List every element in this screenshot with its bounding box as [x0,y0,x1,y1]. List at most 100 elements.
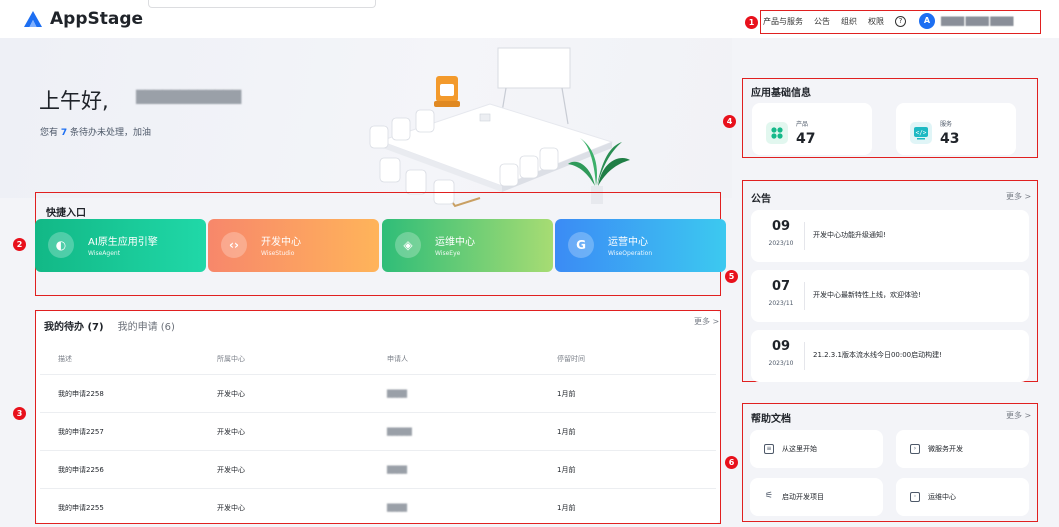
todo-more-link[interactable]: 更多 > [694,316,719,327]
tab-my-applications[interactable]: 我的申请 (6) [118,318,175,333]
row-applicant: ████ [387,389,407,398]
notice-divider [804,342,805,370]
col-applicant: 申请人 [387,355,408,363]
tile-ops-center-name: 运维中心 [435,237,475,248]
todo-table: 描述 所属中心 申请人 停留时间 我的申请2258 开发中心 ████ 1月前 … [40,344,716,526]
row-duration: 1月前 [557,427,576,436]
greeting-text: 上午好, [39,89,109,113]
stat-products-label: 产品 [796,121,809,128]
table-row[interactable]: 我的申请2257 开发中心 █████ 1月前 [40,412,716,450]
tab-my-todo[interactable]: 我的待办 (7) [44,318,104,333]
row-center: 开发中心 [217,427,245,436]
sliders-icon: ⚟ [764,491,774,501]
row-description[interactable]: 我的申请2255 [40,503,217,513]
row-center: 开发中心 [217,503,245,512]
row-description[interactable]: 我的申请2257 [40,427,217,437]
app-name[interactable]: AppStage [50,9,143,29]
stat-card-products[interactable]: 产品 47 [752,103,872,155]
notice-divider [804,222,805,250]
notice-year-month: 2023/11 [768,300,794,307]
pending-count[interactable]: 7 [61,128,67,138]
tile-operation-center[interactable]: G 运营中心 WiseOperation [555,219,726,272]
app-info-title: 应用基础信息 [751,88,811,99]
help-card-label: 从这里开始 [782,445,817,453]
greeting-username: ████████████ [136,90,241,104]
row-center: 开发中心 [217,389,245,398]
help-more-link[interactable]: 更多 > [1006,410,1031,421]
annotation-badge-3: 3 [13,407,26,420]
code-icon: </> [910,122,932,144]
table-row[interactable]: 我的申请2258 开发中心 ████ 1月前 [40,374,716,412]
annotation-badge-6: 6 [725,456,738,469]
row-description[interactable]: 我的申请2258 [40,389,217,399]
help-card-ops-center[interactable]: ◦ 运维中心 [896,478,1029,516]
help-card-label: 微服务开发 [928,445,963,453]
search-input[interactable] [148,0,376,8]
doc-icon: ≡ [764,444,774,454]
notice-item[interactable]: 09 2023/10 21.2.3.1版本流水线今日00:00启动构建! [751,330,1029,382]
row-duration: 1月前 [557,503,576,512]
nav-products-services[interactable]: 产品与服务 [763,16,803,27]
row-duration: 1月前 [557,465,576,474]
terminal-icon: › [910,444,920,454]
tile-operation-center-sub: WiseOperation [608,250,653,257]
notice-divider [804,282,805,310]
stat-card-services[interactable]: </> 服务 43 [896,103,1016,155]
table-row[interactable]: 我的申请2255 开发中心 ████ 1月前 [40,488,716,526]
col-description: 描述 [58,355,72,363]
svg-text:</>: </> [916,130,927,137]
help-card-microservice[interactable]: › 微服务开发 [896,430,1029,468]
help-card-label: 启动开发项目 [782,493,824,501]
tile-dev-center-name: 开发中心 [261,237,301,248]
ops-icon: ◈ [395,232,421,258]
pending-prefix: 您有 [40,128,59,138]
notice-item[interactable]: 09 2023/10 开发中心功能升级通知! [751,210,1029,262]
tile-ai-engine-name: AI原生应用引擎 [88,237,158,248]
top-nav: 产品与服务 公告 组织 权限 ? A ████ ████ ████ [763,13,1013,29]
notice-day: 09 [771,339,791,354]
help-card-getting-started[interactable]: ≡ 从这里开始 [750,430,883,468]
stat-services-label: 服务 [940,121,953,128]
notice-year-month: 2023/10 [768,360,794,367]
annotation-badge-1: 1 [745,16,758,29]
nav-organization[interactable]: 组织 [841,16,857,27]
row-applicant: ████ [387,465,407,474]
code-brackets-icon: ‹› [221,232,247,258]
notice-item[interactable]: 07 2023/11 开发中心最新特性上线，欢迎体验! [751,270,1029,322]
table-header: 描述 所属中心 申请人 停留时间 [40,344,716,374]
notice-text[interactable]: 21.2.3.1版本流水线今日00:00启动构建! [813,350,942,360]
tile-ops-center[interactable]: ◈ 运维中心 WiseEye [382,219,553,272]
pending-summary: 您有 7 条待办未处理，加油 [40,125,151,138]
tile-operation-center-name: 运营中心 [608,237,648,248]
avatar[interactable]: A [919,13,935,29]
quick-entry-title: 快捷入口 [46,208,86,219]
col-center: 所属中心 [217,355,245,363]
annotation-badge-4: 4 [723,115,736,128]
stat-services-value: 43 [940,131,960,147]
notice-year-month: 2023/10 [768,240,794,247]
notices-title: 公告 [751,194,771,205]
notice-text[interactable]: 开发中心功能升级通知! [813,230,886,240]
annotation-badge-2: 2 [13,238,26,251]
nav-permissions[interactable]: 权限 [868,16,884,27]
table-row[interactable]: 我的申请2256 开发中心 ████ 1月前 [40,450,716,488]
row-center: 开发中心 [217,465,245,474]
row-applicant: ████ [387,503,407,512]
row-applicant: █████ [387,427,412,436]
help-card-label: 运维中心 [928,493,956,501]
row-description[interactable]: 我的申请2256 [40,465,217,475]
help-icon[interactable]: ? [895,15,906,27]
tile-ops-center-sub: WiseEye [435,250,461,257]
appstage-logo-icon[interactable] [24,11,42,27]
meeting-room-illustration [369,47,630,208]
annotation-badge-5: 5 [725,270,738,283]
notice-day: 07 [771,279,791,294]
tile-ai-engine[interactable]: ◐ AI原生应用引擎 WiseAgent [35,219,206,272]
row-duration: 1月前 [557,389,576,398]
notices-more-link[interactable]: 更多 > [1006,191,1031,202]
notice-text[interactable]: 开发中心最新特性上线，欢迎体验! [813,290,921,300]
tile-dev-center[interactable]: ‹› 开发中心 WiseStudio [208,219,379,272]
username[interactable]: ████ ████ ████ [941,17,1013,26]
help-card-start-project[interactable]: ⚟ 启动开发项目 [750,478,883,516]
nav-announcements[interactable]: 公告 [814,16,830,27]
